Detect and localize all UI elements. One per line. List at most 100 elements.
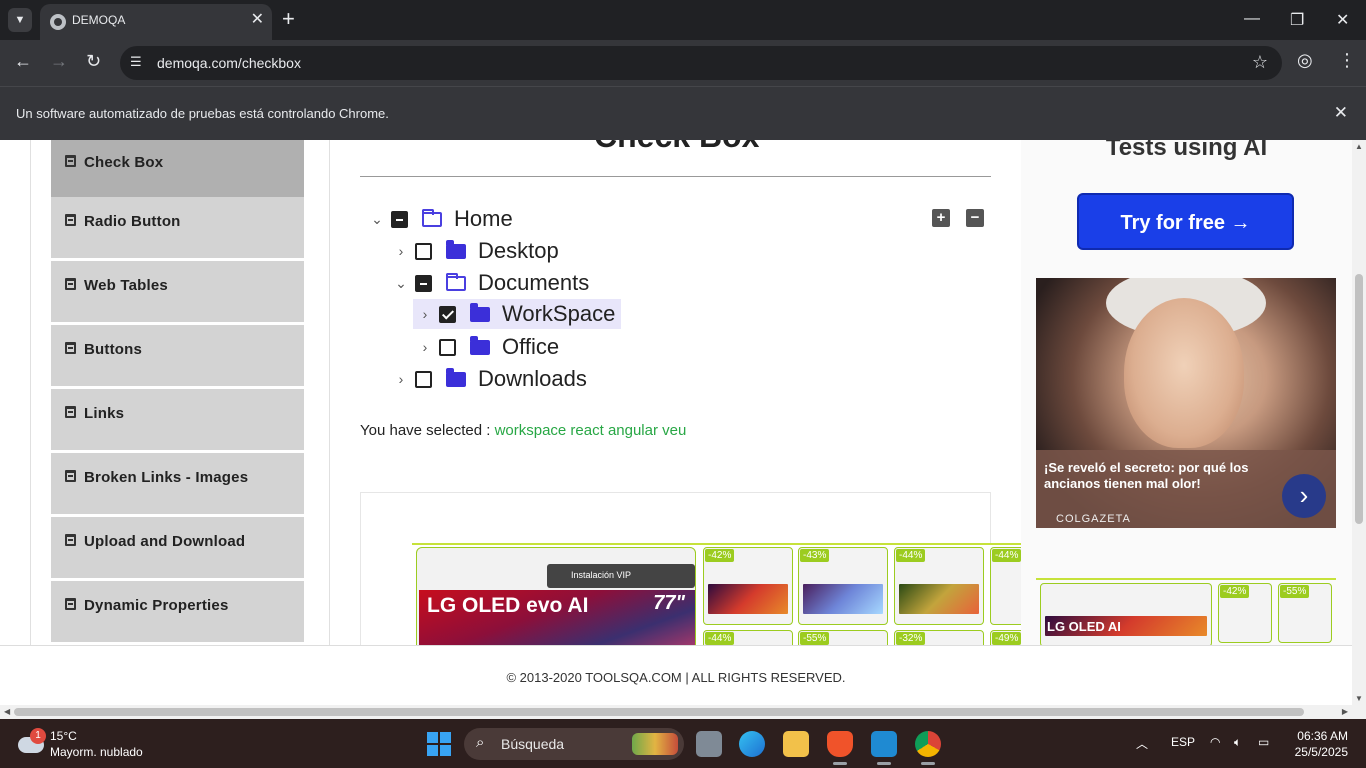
scroll-right-icon[interactable]: ▶ <box>1342 707 1348 716</box>
tv-size: 77" <box>653 592 685 614</box>
notification-badge: 1 <box>30 728 46 744</box>
big-tv-ad[interactable]: Instalación VIP LG OLED evo AI 77" <box>416 547 696 657</box>
system-clock[interactable]: 06:36 AM 25/5/2025 <box>1290 728 1348 760</box>
sidebar-item-broken-links[interactable]: Broken Links - Images <box>51 453 304 515</box>
folder-icon <box>470 302 490 322</box>
documents-checkbox[interactable] <box>415 274 432 292</box>
tree-label[interactable]: Office <box>502 334 559 360</box>
sidebar-item-dynamic-properties[interactable]: Dynamic Properties <box>51 581 304 643</box>
office-checkbox[interactable] <box>439 338 456 356</box>
chevron-right-icon[interactable]: › <box>389 371 413 387</box>
close-tab-icon[interactable]: ✕ <box>251 12 264 28</box>
vip-badge: Instalación VIP <box>547 564 695 588</box>
reload-button[interactable]: ↻ <box>86 51 101 72</box>
windows-start-icon[interactable] <box>427 732 451 756</box>
tv-product-card[interactable]: -44% <box>894 547 984 625</box>
title-divider <box>360 176 991 177</box>
home-checkbox[interactable] <box>391 210 408 228</box>
discount-badge: -43% <box>800 549 830 562</box>
chevron-right-icon[interactable]: › <box>1282 474 1326 518</box>
sidebar-item-check-box[interactable]: Check Box <box>51 140 304 200</box>
tv-thumbnail <box>708 584 788 614</box>
sidebar-item-links[interactable]: Links <box>51 389 304 451</box>
tv-product-card[interactable]: LG OLED AI <box>1040 583 1212 647</box>
chevron-right-icon[interactable]: › <box>413 306 437 322</box>
downloads-checkbox[interactable] <box>415 370 432 388</box>
chevron-right-icon[interactable]: › <box>413 339 437 355</box>
restore-button[interactable]: ❐ <box>1290 10 1304 30</box>
close-window-button[interactable]: ✕ <box>1336 10 1349 30</box>
workspace-checkbox[interactable] <box>439 305 456 323</box>
tree-node-documents: ⌄ Documents <box>389 268 589 298</box>
sidebar-item-buttons[interactable]: Buttons <box>51 325 304 387</box>
new-tab-button[interactable]: + <box>282 8 295 30</box>
discount-badge: -32% <box>896 632 926 645</box>
chevron-right-icon[interactable]: › <box>389 243 413 259</box>
horizontal-scrollbar[interactable]: ◀ ▶ <box>0 705 1366 719</box>
tv-thumbnail <box>899 584 979 614</box>
scroll-down-icon[interactable]: ▼ <box>1355 694 1363 703</box>
bookmark-star-icon[interactable]: ☆ <box>1252 52 1268 73</box>
item-icon <box>65 278 76 290</box>
weather-widget[interactable]: 1 15°C Mayorm. nublado <box>16 727 146 761</box>
sponsored-article[interactable]: ¡Se reveló el secreto: por qué los ancia… <box>1036 278 1336 528</box>
edge-icon[interactable] <box>739 731 765 757</box>
page-footer: © 2013-2020 TOOLSQA.COM | ALL RIGHTS RES… <box>0 645 1352 705</box>
file-explorer-icon[interactable] <box>783 731 809 757</box>
taskbar-search[interactable]: ⌕ Búsqueda <box>464 728 684 760</box>
chevron-down-icon[interactable]: ⌄ <box>389 275 413 292</box>
sidebar-item-label: Check Box <box>84 154 164 171</box>
try-for-free-button[interactable]: Try for free → <box>1077 193 1294 250</box>
discount-badge: -42% <box>705 549 735 562</box>
scrollbar-thumb[interactable] <box>14 708 1304 716</box>
item-icon <box>65 342 76 354</box>
collapse-all-button[interactable]: − <box>966 209 984 227</box>
forward-button[interactable]: → <box>50 51 68 72</box>
address-bar[interactable]: ☰ demoqa.com/checkbox ☆ <box>120 46 1282 80</box>
tree-label[interactable]: WorkSpace <box>502 301 615 327</box>
volume-icon[interactable]: 🔈︎ <box>1234 735 1241 750</box>
vertical-scrollbar[interactable]: ▲ ▼ <box>1352 140 1366 705</box>
tree-label[interactable]: Downloads <box>478 366 587 392</box>
profile-icon[interactable]: ◎ <box>1297 50 1313 71</box>
battery-icon[interactable]: ▭ <box>1258 735 1269 749</box>
scrollbar-thumb[interactable] <box>1355 274 1363 524</box>
tv-product-card[interactable]: -55% <box>1278 583 1332 643</box>
right-tv-strip[interactable]: LG OLED AI -42% -55% <box>1036 578 1336 648</box>
minimize-button[interactable]: — <box>1244 10 1260 28</box>
scroll-left-icon[interactable]: ◀ <box>4 707 10 716</box>
chrome-icon[interactable] <box>915 731 941 765</box>
tv-product-card[interactable]: -42% <box>703 547 793 625</box>
tab-search-button[interactable]: ▼ <box>8 8 32 32</box>
article-caption: ¡Se reveló el secreto: por qué los ancia… <box>1044 460 1249 491</box>
wifi-icon[interactable]: ◠ <box>1210 735 1220 749</box>
scroll-up-icon[interactable]: ▲ <box>1355 142 1363 151</box>
ad-heading-text: Tests using AI <box>1105 140 1268 161</box>
tree-label[interactable]: Desktop <box>478 238 559 264</box>
tree-label[interactable]: Home <box>454 206 513 232</box>
back-button[interactable]: ← <box>14 51 32 72</box>
expand-all-button[interactable]: + <box>932 209 950 227</box>
tv-product-card[interactable]: -42% <box>1218 583 1272 643</box>
sidebar-item-upload-download[interactable]: Upload and Download <box>51 517 304 579</box>
tv-product-card[interactable]: -43% <box>798 547 888 625</box>
item-icon <box>65 470 76 482</box>
browser-tab[interactable]: DEMOQA ✕ <box>40 4 272 40</box>
sidebar-item-label: Dynamic Properties <box>84 597 229 614</box>
show-hidden-icons[interactable]: ︿ <box>1136 735 1148 752</box>
input-language[interactable]: ESP <box>1171 735 1195 749</box>
item-icon <box>65 598 76 610</box>
chevron-down-icon[interactable]: ⌄ <box>365 211 389 228</box>
site-settings-icon[interactable]: ☰ <box>130 54 148 72</box>
sidebar-item-web-tables[interactable]: Web Tables <box>51 261 304 323</box>
brave-icon[interactable] <box>827 731 853 765</box>
task-view-icon[interactable] <box>696 731 722 757</box>
tree-label[interactable]: Documents <box>478 270 589 296</box>
discount-badge: -44% <box>992 549 1022 562</box>
vscode-icon[interactable] <box>871 731 897 765</box>
desktop-checkbox[interactable] <box>415 242 432 260</box>
sidebar-item-radio-button[interactable]: Radio Button <box>51 197 304 259</box>
menu-icon[interactable]: ⋮ <box>1338 50 1356 71</box>
infobar-close-icon[interactable]: ✕ <box>1334 103 1348 123</box>
globe-icon <box>50 14 66 30</box>
